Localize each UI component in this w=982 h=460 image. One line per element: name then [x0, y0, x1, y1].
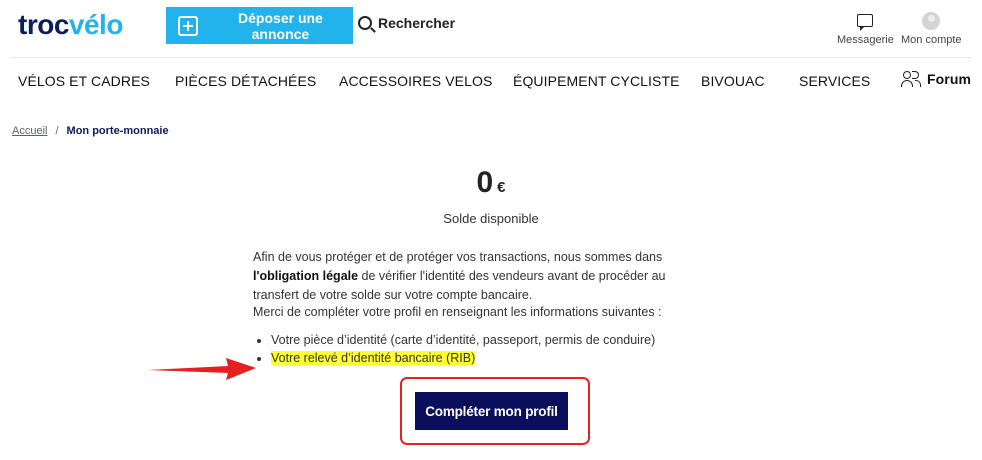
wallet-balance: 0 € [0, 166, 982, 200]
site-logo[interactable]: troc vélo [18, 9, 124, 40]
balance-amount: 0 [476, 166, 494, 199]
messages-button[interactable]: Messagerie [837, 12, 894, 46]
logo-text-velo: vélo [68, 9, 124, 40]
requirement-text-highlighted: Votre relevé d’identité bancaire (RIB) [271, 351, 476, 365]
account-button[interactable]: Mon compte [901, 12, 962, 46]
nav-item-pieces-detachees[interactable]: PIÈCES DÉTACHÉES [175, 73, 316, 89]
balance-label: Solde disponible [443, 211, 539, 226]
site-header: troc vélo Déposer une annonce Rechercher … [0, 0, 982, 58]
balance-currency: € [497, 179, 506, 196]
nav-item-equipement[interactable]: ÉQUIPEMENT CYCLISTE [513, 73, 680, 89]
search-label: Rechercher [378, 15, 456, 31]
verification-info: Afin de vous protéger et de protéger vos… [253, 248, 703, 367]
requirement-item-rib: Votre relevé d’identité bancaire (RIB) [271, 349, 703, 367]
nav-item-forum[interactable]: Forum [901, 71, 971, 87]
complete-profile-button[interactable]: Compléter mon profil [415, 392, 568, 430]
breadcrumb-separator: / [55, 125, 59, 137]
nav-item-bivouac[interactable]: BIVOUAC [701, 73, 765, 89]
post-ad-label: Déposer une annonce [238, 9, 323, 42]
requirement-text: Votre pièce d’identité (carte d’identité… [271, 333, 656, 347]
account-label: Mon compte [901, 34, 962, 46]
nav-item-velos-cadres[interactable]: VÉLOS ET CADRES [18, 73, 150, 89]
red-arrow-annotation-icon [148, 358, 256, 380]
info-paragraph-instructions: Merci de compléter votre profil en rense… [253, 305, 662, 319]
search-button[interactable]: Rechercher [358, 15, 455, 31]
forum-label: Forum [927, 71, 972, 87]
logo-text-troc: troc [18, 9, 69, 40]
nav-item-services[interactable]: SERVICES [799, 73, 870, 89]
breadcrumb-home-link[interactable]: Accueil [12, 125, 47, 137]
messages-label: Messagerie [837, 34, 894, 46]
post-ad-button[interactable]: Déposer une annonce [166, 7, 353, 44]
breadcrumb-current: Mon porte-monnaie [66, 125, 169, 137]
breadcrumb: Accueil / Mon porte-monnaie [12, 125, 169, 137]
plus-square-icon [178, 15, 198, 36]
search-icon [358, 16, 372, 30]
user-avatar-icon [922, 12, 941, 30]
info-text-bold: l'obligation légale [253, 269, 359, 283]
nav-item-accessoires[interactable]: ACCESSOIRES VELOS [339, 73, 492, 89]
users-icon [901, 71, 921, 87]
main-nav: VÉLOS ET CADRES PIÈCES DÉTACHÉES ACCESSO… [0, 58, 982, 104]
info-paragraph-legal: Afin de vous protéger et de protéger vos… [253, 248, 703, 305]
info-text-part: Afin de vous protéger et de protéger vos… [253, 250, 663, 264]
chat-bubble-icon [857, 14, 874, 31]
requirements-list: Votre pièce d’identité (carte d’identité… [253, 331, 703, 367]
requirement-item-id: Votre pièce d’identité (carte d’identité… [271, 331, 703, 349]
